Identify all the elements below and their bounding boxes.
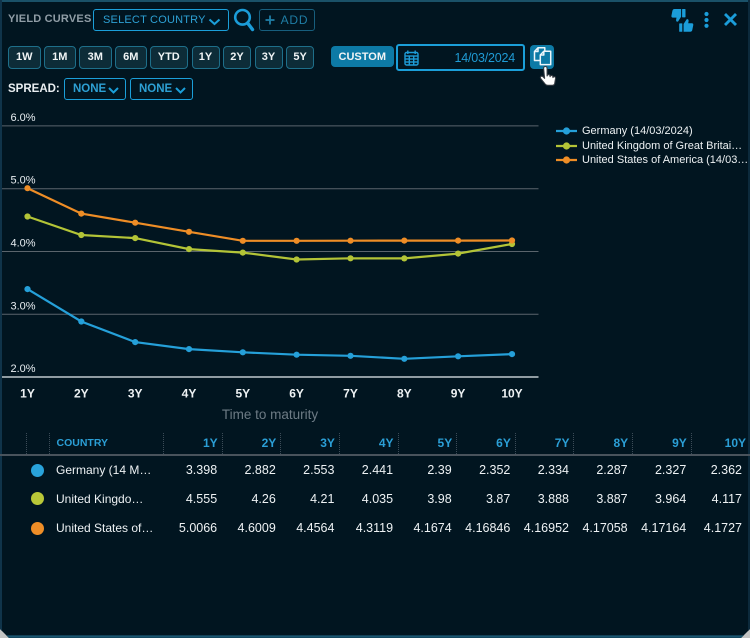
svg-text:4.0%: 4.0% bbox=[11, 238, 36, 250]
svg-text:3.0%: 3.0% bbox=[11, 300, 36, 312]
svg-text:6Y: 6Y bbox=[289, 387, 304, 401]
svg-text:4Y: 4Y bbox=[182, 387, 197, 401]
svg-text:10Y: 10Y bbox=[501, 387, 522, 401]
svg-text:5Y: 5Y bbox=[235, 387, 250, 401]
svg-text:2Y: 2Y bbox=[74, 387, 89, 401]
svg-text:6.0%: 6.0% bbox=[11, 112, 36, 124]
svg-text:3Y: 3Y bbox=[128, 387, 143, 401]
svg-text:7Y: 7Y bbox=[343, 387, 358, 401]
svg-text:Time to maturity: Time to maturity bbox=[222, 407, 319, 422]
svg-text:2.0%: 2.0% bbox=[11, 363, 36, 375]
svg-text:5.0%: 5.0% bbox=[11, 175, 36, 187]
svg-text:1Y: 1Y bbox=[20, 387, 35, 401]
svg-text:8Y: 8Y bbox=[397, 387, 412, 401]
svg-text:9Y: 9Y bbox=[451, 387, 466, 401]
